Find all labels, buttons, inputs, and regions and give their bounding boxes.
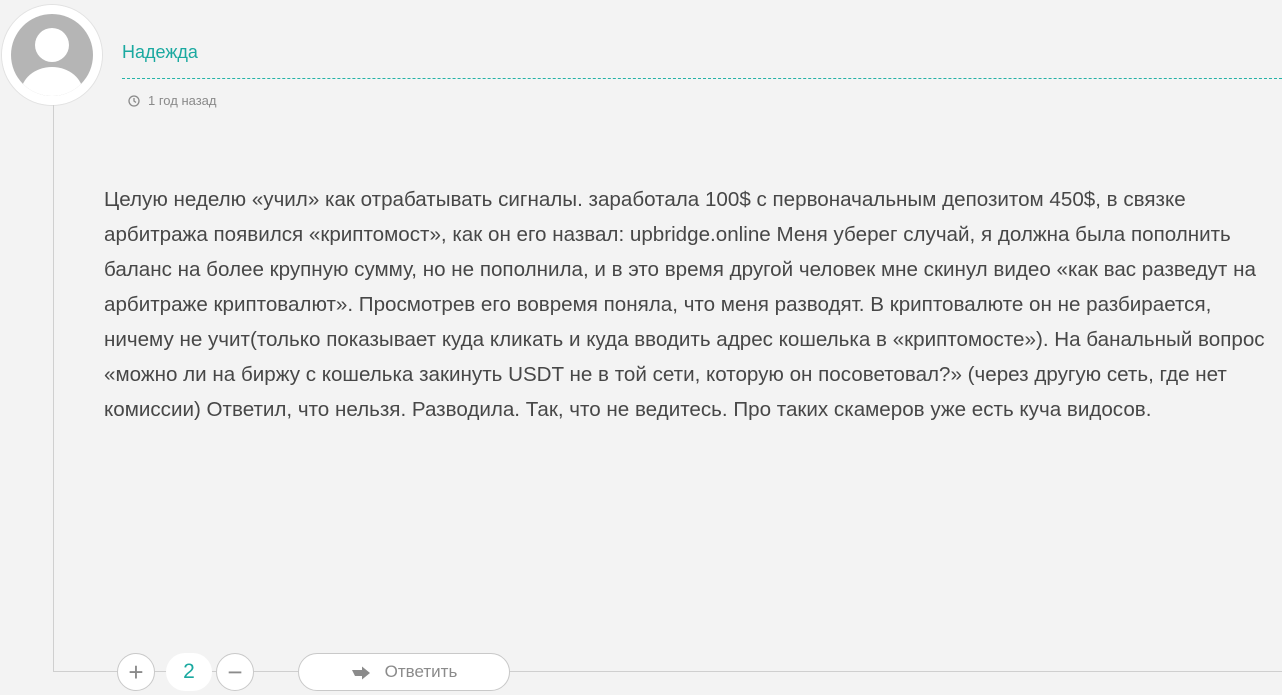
comment: Надежда 1 год назад Целую неделю «учил» … — [0, 0, 1282, 695]
vote-count: 2 — [166, 653, 212, 691]
clock-icon — [128, 94, 140, 107]
comment-meta: 1 год назад — [128, 93, 216, 108]
author-divider — [122, 78, 1282, 79]
comment-time: 1 год назад — [148, 93, 217, 108]
vote-up-button[interactable]: + — [117, 653, 155, 691]
avatar — [2, 5, 102, 105]
reply-arrow-icon — [351, 665, 371, 680]
thread-line — [53, 105, 54, 672]
comment-author[interactable]: Надежда — [122, 41, 198, 63]
comment-text: Целую неделю «учил» как отрабатывать сиг… — [104, 188, 1265, 421]
vote-down-button[interactable]: − — [216, 653, 254, 691]
default-user-avatar-icon — [2, 5, 102, 105]
reply-label: Ответить — [384, 662, 458, 681]
reply-button[interactable]: Ответить — [298, 653, 510, 691]
